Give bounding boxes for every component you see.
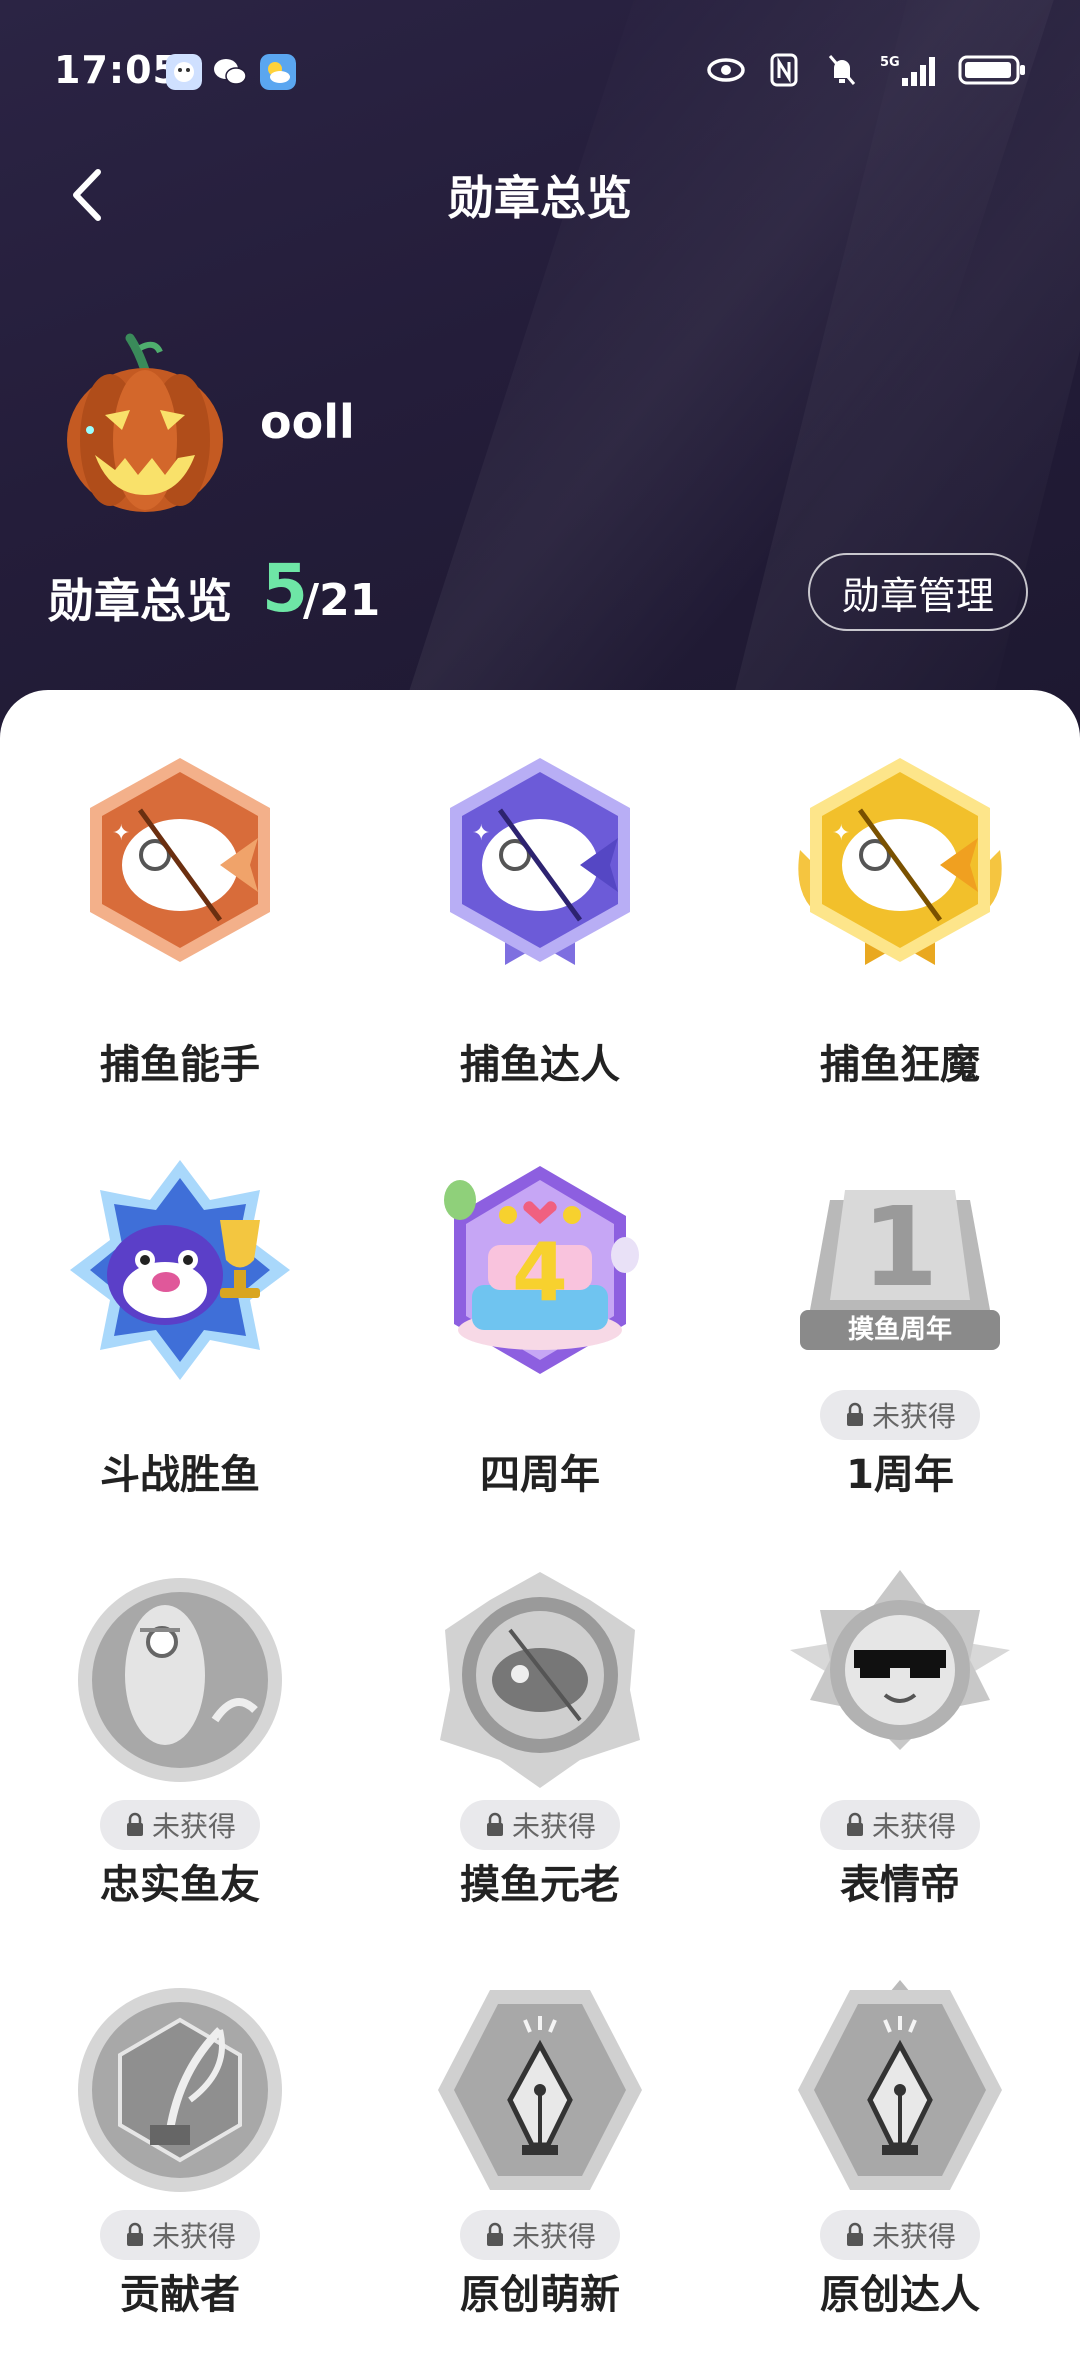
locked-tag: 未获得 <box>820 1800 980 1850</box>
svg-text:✦: ✦ <box>112 821 130 846</box>
locked-text: 未获得 <box>871 1810 956 1843</box>
badge-item[interactable]: 斗战胜鱼 <box>0 1100 360 1500</box>
badge-name: 贡献者 <box>120 2272 240 2318</box>
locked-text: 未获得 <box>151 2220 236 2253</box>
lock-icon <box>126 1812 143 1836</box>
badge-item[interactable]: 1 摸鱼周年 未获得 1周年 <box>720 1100 1080 1500</box>
locked-tag: 未获得 <box>460 1800 620 1850</box>
fish-badge-icon: ✦ <box>790 750 1010 970</box>
locked-tag: 未获得 <box>100 2210 260 2260</box>
fountain-pen-icon <box>430 1980 650 2200</box>
one-year-badge-icon: 1 摸鱼周年 <box>790 1160 1010 1380</box>
mute-icon <box>828 55 856 85</box>
lock-icon <box>486 2222 503 2246</box>
emoji-sunglasses-icon <box>790 1570 1010 1790</box>
weather-icon <box>260 54 296 90</box>
locked-text: 未获得 <box>871 1400 956 1433</box>
svg-text:1: 1 <box>862 1183 939 1311</box>
badge-name: 表情帝 <box>840 1862 960 1908</box>
fish-badge-icon: ✦ <box>430 750 650 970</box>
page-title: 勋章总览 <box>448 171 632 225</box>
battery-icon <box>958 55 1025 85</box>
lock-icon <box>486 1812 503 1836</box>
5g-signal-icon: 5G <box>880 55 935 86</box>
status-time: 17:05 <box>54 48 180 92</box>
badge-item[interactable]: ✦ 捕鱼达人 <box>360 690 720 1090</box>
badge-item[interactable]: 未获得 贡献者 <box>0 1920 360 2320</box>
badge-item[interactable]: 4 四周年 <box>360 1100 720 1500</box>
veteran-fish-icon <box>430 1570 650 1790</box>
locked-text: 未获得 <box>871 2220 956 2253</box>
anniversary-cake-icon: 4 <box>430 1160 650 1380</box>
eye-icon <box>707 58 745 82</box>
locked-tag: 未获得 <box>100 1800 260 1850</box>
summary-label: 勋章总览 <box>48 574 232 628</box>
badge-name: 捕鱼狂魔 <box>820 1042 980 1088</box>
locked-tag: 未获得 <box>820 1390 980 1440</box>
quill-pen-icon <box>70 1980 290 2200</box>
pumpkin-avatar[interactable] <box>60 330 230 520</box>
badge-name: 捕鱼达人 <box>460 1042 620 1088</box>
badge-name: 摸鱼元老 <box>460 1862 620 1908</box>
fish-badge-icon: ✦ <box>70 750 290 970</box>
locked-text: 未获得 <box>511 1810 596 1843</box>
pufferfish-trophy-icon <box>70 1160 290 1380</box>
lock-icon <box>126 2222 143 2246</box>
nfc-icon <box>770 53 798 87</box>
qq-icon <box>166 54 202 90</box>
locked-text: 未获得 <box>511 2220 596 2253</box>
status-icons: 5G <box>706 52 1028 88</box>
earned-count: 5 <box>262 550 308 627</box>
lock-icon <box>846 2222 863 2246</box>
total-count: /21 <box>303 575 381 626</box>
svg-text:4: 4 <box>512 1226 568 1319</box>
badge-name: 四周年 <box>480 1452 600 1498</box>
badge-panel: ✦ 捕鱼能手 ✦ 捕鱼达人 ✦ 捕鱼狂魔 斗战胜鱼 4 四周年 1 摸鱼周年 未… <box>0 690 1080 2363</box>
badge-item[interactable]: 未获得 摸鱼元老 <box>360 1510 720 1910</box>
svg-text:✦: ✦ <box>472 821 490 846</box>
badge-item[interactable]: 未获得 忠实鱼友 <box>0 1510 360 1910</box>
lock-icon <box>846 1812 863 1836</box>
lock-icon <box>846 1402 863 1426</box>
badge-name: 原创达人 <box>820 2272 980 2318</box>
wechat-icon <box>214 59 247 85</box>
badge-caption: 摸鱼周年 <box>848 1314 952 1345</box>
badge-item[interactable]: ✦ 捕鱼能手 <box>0 690 360 1090</box>
locked-tag: 未获得 <box>820 2210 980 2260</box>
locked-text: 未获得 <box>151 1810 236 1843</box>
badge-name: 忠实鱼友 <box>100 1862 260 1908</box>
fountain-pen-icon <box>790 1980 1010 2200</box>
badge-name: 原创萌新 <box>460 2272 620 2318</box>
manage-badges-button[interactable]: 勋章管理 <box>808 553 1028 631</box>
username: ooll <box>260 395 355 449</box>
badge-item[interactable]: 未获得 原创达人 <box>720 1920 1080 2320</box>
badge-item[interactable]: 未获得 原创萌新 <box>360 1920 720 2320</box>
locked-tag: 未获得 <box>460 2210 620 2260</box>
badge-item[interactable]: ✦ 捕鱼狂魔 <box>720 690 1080 1090</box>
loyal-fish-icon <box>70 1570 290 1790</box>
badge-item[interactable]: 未获得 表情帝 <box>720 1510 1080 1910</box>
badge-name: 斗战胜鱼 <box>100 1452 260 1498</box>
status-bar: 17:05 5G <box>0 0 1080 140</box>
svg-text:5G: 5G <box>880 55 900 70</box>
badge-name: 捕鱼能手 <box>100 1042 260 1088</box>
svg-text:✦: ✦ <box>832 821 850 846</box>
badge-name: 1周年 <box>846 1452 954 1498</box>
